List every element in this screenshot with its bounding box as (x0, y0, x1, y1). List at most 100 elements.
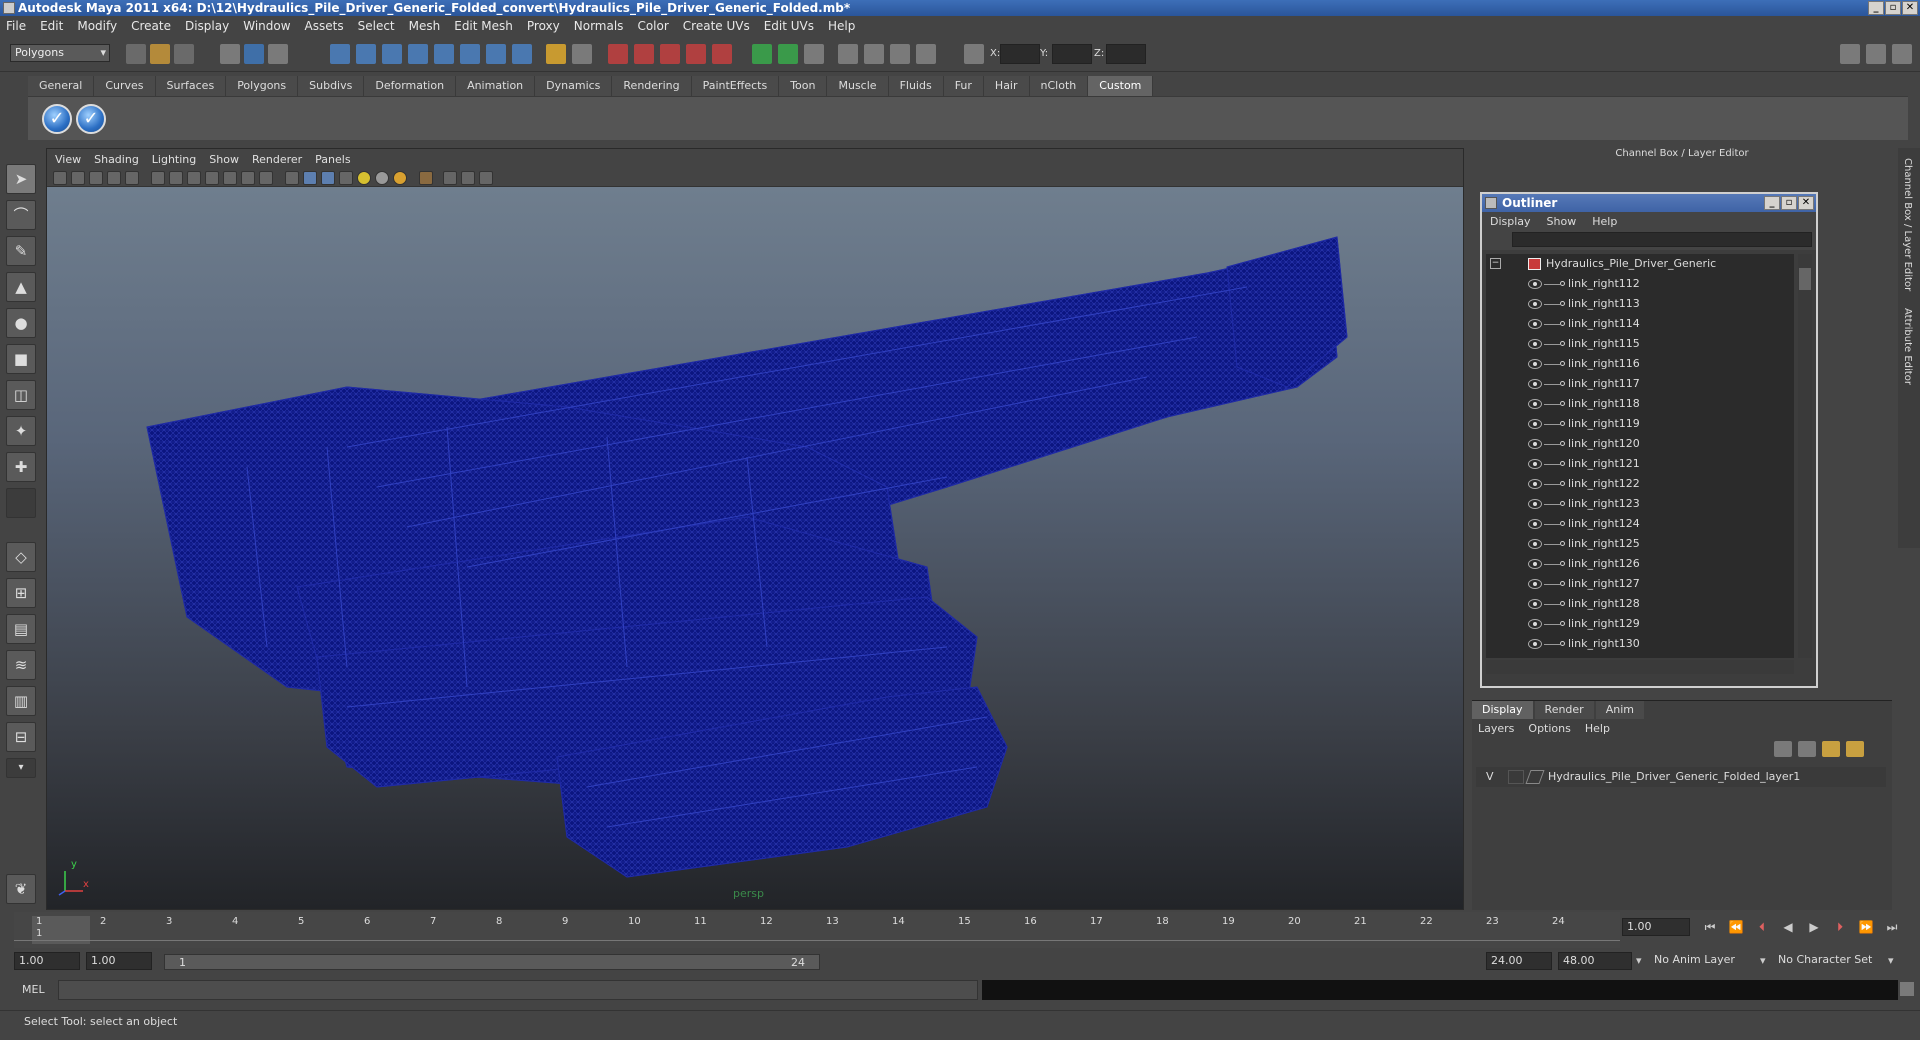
menu-select[interactable]: Select (358, 19, 395, 33)
shelf-tab-ncloth[interactable]: nCloth (1029, 76, 1089, 96)
playback-start-field[interactable]: 1.00 (86, 952, 152, 970)
viewport-menu-show[interactable]: Show (209, 153, 239, 166)
z-field[interactable] (1106, 44, 1146, 64)
menu-modify[interactable]: Modify (77, 19, 117, 33)
use-lights-icon[interactable] (357, 171, 371, 185)
shelf-tab-toon[interactable]: Toon (779, 76, 828, 96)
hypershade-icon[interactable] (686, 44, 706, 64)
viewport-menu-shading[interactable]: Shading (94, 153, 139, 166)
outliner-horizontal-scrollbar[interactable] (1486, 660, 1794, 674)
time-slider[interactable]: 1 1 2 3 4 5 6 7 8 9 10 11 12 13 14 15 16… (14, 912, 1620, 948)
single-perspective-layout-icon[interactable]: ◇ (6, 542, 36, 572)
graph-editor-icon[interactable] (864, 44, 884, 64)
layer-tab-anim[interactable]: Anim (1595, 701, 1644, 719)
menu-assets[interactable]: Assets (305, 19, 344, 33)
menu-edit-mesh[interactable]: Edit Mesh (454, 19, 513, 33)
wireframe-icon[interactable] (285, 171, 299, 185)
textured-icon[interactable] (339, 171, 353, 185)
shelf-tab-painteffects[interactable]: PaintEffects (691, 76, 780, 96)
outliner-menu-help[interactable]: Help (1592, 215, 1617, 228)
shelf-tab-muscle[interactable]: Muscle (827, 76, 889, 96)
list-item[interactable]: link_right117 (1486, 374, 1794, 394)
menu-normals[interactable]: Normals (574, 19, 624, 33)
layer-menu-layers[interactable]: Layers (1478, 722, 1514, 735)
camera-attributes-icon[interactable] (71, 171, 85, 185)
render-frame-icon[interactable] (608, 44, 628, 64)
film-gate-icon[interactable] (169, 171, 183, 185)
shelf-tab-fluids[interactable]: Fluids (888, 76, 944, 96)
four-view-layout-icon[interactable]: ⊞ (6, 578, 36, 608)
list-item[interactable]: link_right127 (1486, 574, 1794, 594)
mel-label[interactable]: MEL (22, 983, 45, 996)
snap-grid-icon[interactable] (330, 44, 350, 64)
new-empty-layer-icon[interactable] (1822, 741, 1840, 757)
step-back-icon[interactable]: ⏪ (1726, 920, 1746, 936)
menu-edit-uvs[interactable]: Edit UVs (764, 19, 814, 33)
list-item[interactable]: link_right119 (1486, 414, 1794, 434)
script-editor-icon[interactable] (1900, 982, 1914, 996)
outliner-menu-show[interactable]: Show (1547, 215, 1577, 228)
snap-live-icon[interactable] (486, 44, 506, 64)
lock-icon[interactable] (546, 44, 566, 64)
scene-view[interactable]: y x persp (47, 187, 1463, 909)
dope-sheet-icon[interactable] (890, 44, 910, 64)
chevron-down-icon[interactable]: ▾ (1760, 954, 1766, 967)
list-item[interactable]: link_right125 (1486, 534, 1794, 554)
select-hierarchy-icon[interactable] (220, 44, 240, 64)
animation-start-field[interactable]: 1.00 (14, 952, 80, 970)
list-item[interactable]: link_right115 (1486, 334, 1794, 354)
mel-input[interactable] (58, 980, 978, 1000)
shadows-icon[interactable] (375, 171, 389, 185)
viewport-menu-renderer[interactable]: Renderer (252, 153, 302, 166)
resolution-gate-icon[interactable] (187, 171, 201, 185)
open-scene-icon[interactable] (150, 44, 170, 64)
isolate-select-icon[interactable] (419, 171, 433, 185)
list-item[interactable]: link_right121 (1486, 454, 1794, 474)
menu-mesh[interactable]: Mesh (409, 19, 441, 33)
xray-joints-icon[interactable] (461, 171, 475, 185)
custom-shelf-checkmark-icon[interactable]: ✓ (42, 104, 72, 134)
snap-vertex-icon[interactable] (460, 44, 480, 64)
viewport-menu-view[interactable]: View (55, 153, 81, 166)
play-backwards-icon[interactable]: ◀ (1778, 920, 1798, 936)
menu-edit[interactable]: Edit (40, 19, 63, 33)
toggle-channel-box-icon[interactable] (1892, 44, 1912, 64)
shelf-tab-rendering[interactable]: Rendering (612, 76, 692, 96)
soft-modification-icon[interactable]: ✦ (6, 416, 36, 446)
maximize-button[interactable]: ▫ (1885, 1, 1901, 15)
go-to-end-icon[interactable]: ⏭ (1882, 920, 1902, 936)
custom-shelf-checkmark-icon[interactable]: ✓ (76, 104, 106, 134)
render-settings-icon[interactable] (660, 44, 680, 64)
xray-icon[interactable] (443, 171, 457, 185)
side-tab-attribute-editor[interactable]: Attribute Editor (1902, 308, 1913, 385)
layer-color-swatch[interactable] (1525, 770, 1545, 784)
snap-point-icon[interactable] (382, 44, 402, 64)
menu-create-uvs[interactable]: Create UVs (683, 19, 750, 33)
paint-select-tool-icon[interactable]: ✎ (6, 236, 36, 266)
new-scene-icon[interactable] (126, 44, 146, 64)
list-item[interactable]: link_right123 (1486, 494, 1794, 514)
snap-plane-icon[interactable] (408, 44, 428, 64)
field-chart-icon[interactable] (223, 171, 237, 185)
shelf-tab-fur[interactable]: Fur (943, 76, 984, 96)
transform-mode-icon[interactable] (964, 44, 984, 64)
menu-file[interactable]: File (6, 19, 26, 33)
minimize-button[interactable]: _ (1868, 1, 1884, 15)
chevron-down-icon[interactable]: ▾ (1888, 954, 1894, 967)
shelf-tab-curves[interactable]: Curves (94, 76, 156, 96)
close-button[interactable]: ✕ (1902, 1, 1918, 15)
outliner-maximize-button[interactable]: ▫ (1781, 196, 1797, 210)
list-item[interactable]: link_right130 (1486, 634, 1794, 654)
list-item[interactable]: link_right128 (1486, 594, 1794, 614)
shelf-tab-subdivs[interactable]: Subdivs (298, 76, 365, 96)
current-frame-field[interactable]: 1.00 (1622, 918, 1690, 936)
viewport-menu-lighting[interactable]: Lighting (152, 153, 196, 166)
graph-persp-layout-icon[interactable]: ≋ (6, 650, 36, 680)
high-quality-icon[interactable] (393, 171, 407, 185)
menu-create[interactable]: Create (131, 19, 171, 33)
shelf-tab-surfaces[interactable]: Surfaces (155, 76, 227, 96)
outliner-list[interactable]: − Hydraulics_Pile_Driver_Generic link_ri… (1486, 254, 1794, 658)
safe-action-icon[interactable] (241, 171, 255, 185)
help-icon[interactable] (512, 44, 532, 64)
rotate-tool-icon[interactable]: ● (6, 308, 36, 338)
